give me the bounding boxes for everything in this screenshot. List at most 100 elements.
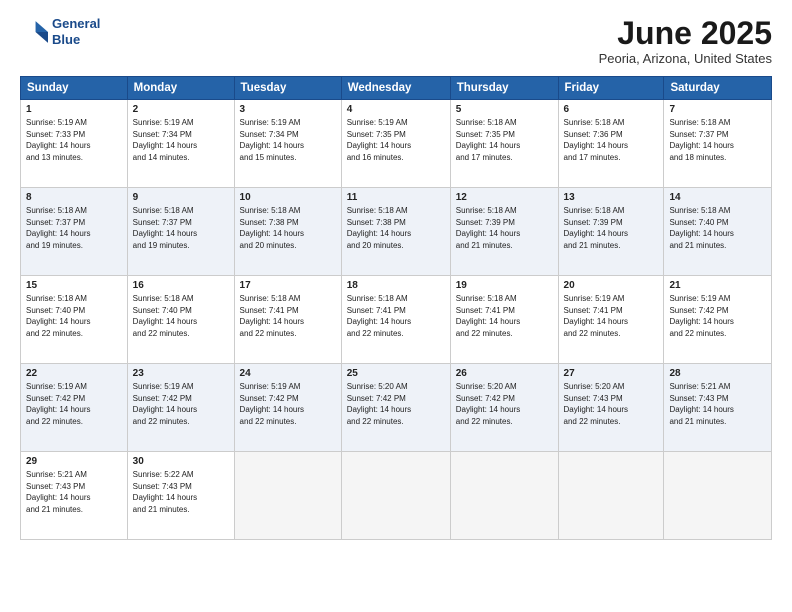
table-row: 18 Sunrise: 5:18 AMSunset: 7:41 PMDaylig… [341, 276, 450, 364]
day-number: 18 [347, 280, 445, 291]
day-info: Sunrise: 5:19 AMSunset: 7:42 PMDaylight:… [240, 382, 304, 426]
table-row: 1 Sunrise: 5:19 AMSunset: 7:33 PMDayligh… [21, 100, 128, 188]
day-info: Sunrise: 5:18 AMSunset: 7:37 PMDaylight:… [26, 206, 90, 250]
day-number: 8 [26, 192, 122, 203]
day-info: Sunrise: 5:18 AMSunset: 7:41 PMDaylight:… [240, 294, 304, 338]
col-thursday: Thursday [450, 77, 558, 100]
day-info: Sunrise: 5:19 AMSunset: 7:42 PMDaylight:… [669, 294, 733, 338]
day-info: Sunrise: 5:18 AMSunset: 7:37 PMDaylight:… [133, 206, 197, 250]
day-info: Sunrise: 5:18 AMSunset: 7:36 PMDaylight:… [564, 118, 628, 162]
day-number: 5 [456, 104, 553, 115]
calendar-week-row: 15 Sunrise: 5:18 AMSunset: 7:40 PMDaylig… [21, 276, 772, 364]
table-row: 24 Sunrise: 5:19 AMSunset: 7:42 PMDaylig… [234, 364, 341, 452]
table-row [234, 452, 341, 540]
day-number: 2 [133, 104, 229, 115]
page: General Blue June 2025 Peoria, Arizona, … [0, 0, 792, 612]
table-row: 30 Sunrise: 5:22 AMSunset: 7:43 PMDaylig… [127, 452, 234, 540]
day-number: 13 [564, 192, 659, 203]
day-info: Sunrise: 5:19 AMSunset: 7:41 PMDaylight:… [564, 294, 628, 338]
logo-icon [20, 18, 48, 46]
table-row: 17 Sunrise: 5:18 AMSunset: 7:41 PMDaylig… [234, 276, 341, 364]
logo-line1: General [52, 16, 100, 32]
day-info: Sunrise: 5:19 AMSunset: 7:34 PMDaylight:… [240, 118, 304, 162]
table-row: 12 Sunrise: 5:18 AMSunset: 7:39 PMDaylig… [450, 188, 558, 276]
day-number: 27 [564, 368, 659, 379]
day-number: 7 [669, 104, 766, 115]
day-info: Sunrise: 5:18 AMSunset: 7:35 PMDaylight:… [456, 118, 520, 162]
table-row: 25 Sunrise: 5:20 AMSunset: 7:42 PMDaylig… [341, 364, 450, 452]
table-row: 27 Sunrise: 5:20 AMSunset: 7:43 PMDaylig… [558, 364, 664, 452]
logo: General Blue [20, 16, 100, 47]
day-number: 12 [456, 192, 553, 203]
day-number: 19 [456, 280, 553, 291]
table-row: 6 Sunrise: 5:18 AMSunset: 7:36 PMDayligh… [558, 100, 664, 188]
table-row [664, 452, 772, 540]
table-row [558, 452, 664, 540]
table-row: 22 Sunrise: 5:19 AMSunset: 7:42 PMDaylig… [21, 364, 128, 452]
calendar-week-row: 29 Sunrise: 5:21 AMSunset: 7:43 PMDaylig… [21, 452, 772, 540]
day-info: Sunrise: 5:21 AMSunset: 7:43 PMDaylight:… [669, 382, 733, 426]
day-info: Sunrise: 5:18 AMSunset: 7:41 PMDaylight:… [347, 294, 411, 338]
day-info: Sunrise: 5:18 AMSunset: 7:39 PMDaylight:… [456, 206, 520, 250]
day-info: Sunrise: 5:18 AMSunset: 7:41 PMDaylight:… [456, 294, 520, 338]
calendar-week-row: 1 Sunrise: 5:19 AMSunset: 7:33 PMDayligh… [21, 100, 772, 188]
day-number: 3 [240, 104, 336, 115]
location: Peoria, Arizona, United States [599, 51, 772, 66]
day-number: 24 [240, 368, 336, 379]
calendar-header-row: Sunday Monday Tuesday Wednesday Thursday… [21, 77, 772, 100]
day-info: Sunrise: 5:18 AMSunset: 7:40 PMDaylight:… [26, 294, 90, 338]
col-sunday: Sunday [21, 77, 128, 100]
day-number: 17 [240, 280, 336, 291]
day-number: 6 [564, 104, 659, 115]
col-monday: Monday [127, 77, 234, 100]
table-row: 19 Sunrise: 5:18 AMSunset: 7:41 PMDaylig… [450, 276, 558, 364]
table-row [341, 452, 450, 540]
day-info: Sunrise: 5:18 AMSunset: 7:39 PMDaylight:… [564, 206, 628, 250]
day-info: Sunrise: 5:22 AMSunset: 7:43 PMDaylight:… [133, 470, 197, 514]
day-number: 1 [26, 104, 122, 115]
logo-line2: Blue [52, 32, 100, 48]
table-row: 9 Sunrise: 5:18 AMSunset: 7:37 PMDayligh… [127, 188, 234, 276]
calendar-week-row: 22 Sunrise: 5:19 AMSunset: 7:42 PMDaylig… [21, 364, 772, 452]
table-row: 23 Sunrise: 5:19 AMSunset: 7:42 PMDaylig… [127, 364, 234, 452]
table-row: 13 Sunrise: 5:18 AMSunset: 7:39 PMDaylig… [558, 188, 664, 276]
day-number: 30 [133, 456, 229, 467]
day-number: 16 [133, 280, 229, 291]
col-wednesday: Wednesday [341, 77, 450, 100]
day-number: 14 [669, 192, 766, 203]
day-info: Sunrise: 5:19 AMSunset: 7:34 PMDaylight:… [133, 118, 197, 162]
day-number: 22 [26, 368, 122, 379]
header: General Blue June 2025 Peoria, Arizona, … [20, 16, 772, 66]
day-number: 11 [347, 192, 445, 203]
day-number: 28 [669, 368, 766, 379]
title-block: June 2025 Peoria, Arizona, United States [599, 16, 772, 66]
table-row: 4 Sunrise: 5:19 AMSunset: 7:35 PMDayligh… [341, 100, 450, 188]
day-number: 25 [347, 368, 445, 379]
day-number: 4 [347, 104, 445, 115]
day-number: 9 [133, 192, 229, 203]
table-row: 26 Sunrise: 5:20 AMSunset: 7:42 PMDaylig… [450, 364, 558, 452]
day-number: 21 [669, 280, 766, 291]
col-tuesday: Tuesday [234, 77, 341, 100]
day-info: Sunrise: 5:18 AMSunset: 7:38 PMDaylight:… [240, 206, 304, 250]
day-number: 26 [456, 368, 553, 379]
table-row [450, 452, 558, 540]
day-info: Sunrise: 5:18 AMSunset: 7:40 PMDaylight:… [133, 294, 197, 338]
day-info: Sunrise: 5:21 AMSunset: 7:43 PMDaylight:… [26, 470, 90, 514]
col-saturday: Saturday [664, 77, 772, 100]
day-number: 23 [133, 368, 229, 379]
day-info: Sunrise: 5:18 AMSunset: 7:37 PMDaylight:… [669, 118, 733, 162]
calendar-table: Sunday Monday Tuesday Wednesday Thursday… [20, 76, 772, 540]
table-row: 5 Sunrise: 5:18 AMSunset: 7:35 PMDayligh… [450, 100, 558, 188]
day-number: 15 [26, 280, 122, 291]
table-row: 2 Sunrise: 5:19 AMSunset: 7:34 PMDayligh… [127, 100, 234, 188]
day-number: 10 [240, 192, 336, 203]
day-info: Sunrise: 5:20 AMSunset: 7:42 PMDaylight:… [347, 382, 411, 426]
day-info: Sunrise: 5:18 AMSunset: 7:38 PMDaylight:… [347, 206, 411, 250]
table-row: 28 Sunrise: 5:21 AMSunset: 7:43 PMDaylig… [664, 364, 772, 452]
day-info: Sunrise: 5:19 AMSunset: 7:35 PMDaylight:… [347, 118, 411, 162]
table-row: 3 Sunrise: 5:19 AMSunset: 7:34 PMDayligh… [234, 100, 341, 188]
table-row: 14 Sunrise: 5:18 AMSunset: 7:40 PMDaylig… [664, 188, 772, 276]
table-row: 7 Sunrise: 5:18 AMSunset: 7:37 PMDayligh… [664, 100, 772, 188]
table-row: 20 Sunrise: 5:19 AMSunset: 7:41 PMDaylig… [558, 276, 664, 364]
